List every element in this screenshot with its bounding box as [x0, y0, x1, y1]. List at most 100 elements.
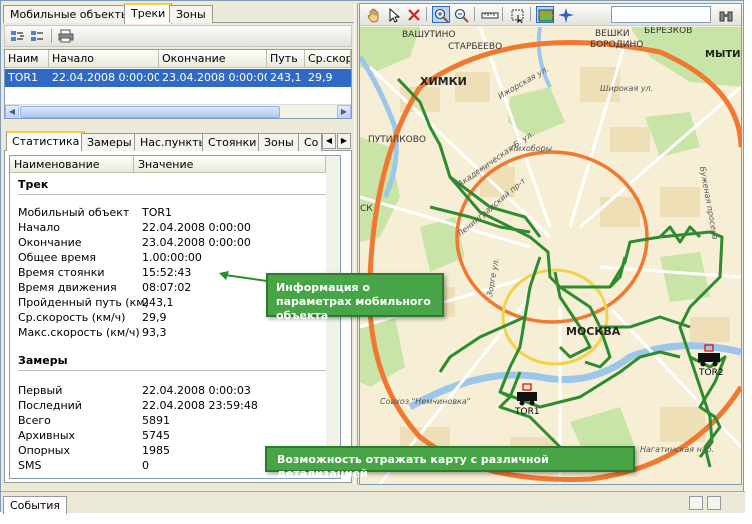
binoculars-icon[interactable]	[716, 6, 734, 23]
tab-scroll-left-icon[interactable]: ◀	[322, 133, 336, 149]
stat-value: 22.04.2008 23:59:48	[142, 399, 258, 412]
cell-distance: 243,1	[270, 71, 302, 84]
stat-label: SMS	[18, 459, 42, 472]
map-detail-callout: Возможность отражать карту с различной д…	[265, 446, 635, 480]
pane-splitter[interactable]	[354, 3, 358, 485]
map-label: БЕРЕЗКОВ	[644, 27, 692, 36]
map-label: ВАШУТИНО	[402, 30, 456, 40]
grid-hscrollbar[interactable]: ◀ ▶	[5, 104, 351, 118]
cell-name: TOR1	[8, 71, 39, 84]
hand-icon[interactable]	[364, 6, 382, 23]
stat-label: Пройденный путь (км)	[18, 296, 149, 309]
print-icon[interactable]	[57, 28, 75, 44]
ruler-icon[interactable]	[480, 6, 499, 23]
stats-header: Наименование Значение	[10, 156, 340, 173]
pointer-icon[interactable]	[384, 6, 402, 23]
map-label: МЫТИЩИ	[705, 49, 741, 60]
track-toolbar	[4, 25, 352, 47]
stat-label: Архивных	[18, 429, 76, 442]
street-label: Совхоз "Немчиновка"	[380, 397, 470, 406]
clear-icon[interactable]	[404, 6, 422, 23]
col-parameter[interactable]: Наименование	[10, 156, 134, 173]
tab-scroll-right-icon[interactable]: ▶	[337, 133, 351, 149]
restore-icon[interactable]	[707, 496, 721, 510]
stat-value: 08:07:02	[142, 281, 192, 294]
left-panel: Мобильные объекты Треки Зоны Наим Начало…	[3, 3, 354, 483]
zoom-out-icon[interactable]	[452, 6, 470, 23]
info-callout: Информация о параметрах мобильного объек…	[266, 273, 444, 322]
stat-value: 29,9	[142, 311, 167, 324]
stat-value: 93,3	[142, 326, 167, 339]
tab-measures[interactable]: Замеры	[81, 133, 138, 151]
tab-events-partial[interactable]: Со	[298, 133, 322, 151]
col-end[interactable]: Окончание	[159, 50, 267, 68]
map-label: ВЕШКИ	[595, 29, 630, 39]
stat-value: 22.04.2008 0:00:00	[142, 221, 251, 234]
tab-zones-detail[interactable]: Зоны	[258, 133, 300, 151]
map-label: БОРОДИНО	[590, 40, 643, 50]
col-start[interactable]: Начало	[49, 50, 159, 68]
tor1-label: TOR1	[514, 407, 540, 417]
stat-value: 1985	[142, 444, 170, 457]
stat-label: Последний	[18, 399, 82, 412]
map-search-input[interactable]	[611, 6, 711, 23]
stat-value: 5891	[142, 414, 170, 427]
tab-zones[interactable]: Зоны	[169, 5, 213, 23]
col-name[interactable]: Наим	[5, 50, 49, 68]
cell-avg-speed: 29,9	[308, 71, 333, 84]
scroll-thumb[interactable]	[20, 106, 280, 118]
zoom-in-icon[interactable]	[432, 6, 450, 23]
cell-start: 22.04.2008 0:00:00	[52, 71, 159, 84]
minimize-icon[interactable]	[689, 496, 703, 510]
stat-label: Время стоянки	[18, 266, 105, 279]
stat-label: Опорных	[18, 444, 70, 457]
map-toolbar	[360, 4, 741, 26]
map-panel: ВАШУТИНО СТАРБЕЕВО БЕРЕЗКОВ ВЕШКИ БОРОДИ…	[359, 3, 742, 485]
table-row[interactable]: TOR1 22.04.2008 0:00:00 23.04.2008 0:00:…	[5, 69, 351, 87]
stat-label: Время движения	[18, 281, 117, 294]
stat-value: 1.00:00:00	[142, 251, 202, 264]
layers-icon[interactable]	[536, 6, 554, 23]
scroll-left-icon[interactable]: ◀	[5, 105, 19, 118]
callout-arrow-icon	[219, 271, 268, 282]
top-tabs: Мобильные объекты Треки Зоны	[3, 3, 354, 24]
stat-label: Окончание	[18, 236, 82, 249]
street-label: Нагатинская наб.	[640, 445, 714, 454]
map-label: ПУТИЛКОВО	[368, 135, 426, 145]
col-distance[interactable]: Путь	[267, 50, 305, 68]
map-label: СТАРБЕЕВО	[448, 42, 502, 52]
map-canvas[interactable]: ВАШУТИНО СТАРБЕЕВО БЕРЕЗКОВ ВЕШКИ БОРОДИ…	[360, 27, 741, 484]
tab-mobile-objects[interactable]: Мобильные объекты	[3, 5, 137, 23]
tab-statistics[interactable]: Статистика	[6, 131, 86, 152]
col-avg-speed[interactable]: Ср.скор	[305, 50, 351, 68]
stat-value: 5745	[142, 429, 170, 442]
stat-label: Первый	[18, 384, 63, 397]
add-track-icon[interactable]	[9, 28, 27, 44]
remove-track-icon[interactable]	[29, 28, 47, 44]
detail-tabs: Статистика Замеры Нас.пункты Стоянки Зон…	[4, 131, 352, 152]
compass-icon[interactable]	[556, 6, 574, 23]
map-label: МОСКВА	[566, 325, 621, 338]
stat-value: 15:52:43	[142, 266, 192, 279]
app-window: Мобильные объекты Треки Зоны Наим Начало…	[0, 0, 745, 514]
select-area-icon[interactable]	[508, 6, 526, 24]
tab-tracks[interactable]: Треки	[124, 3, 173, 24]
tracks-grid: Наим Начало Окончание Путь Ср.скор TOR1 …	[4, 49, 352, 119]
stat-value: 22.04.2008 0:00:03	[142, 384, 251, 397]
stat-value: TOR1	[142, 206, 173, 219]
cell-end: 23.04.2008 0:00:00	[162, 71, 267, 84]
tab-stops[interactable]: Стоянки	[202, 133, 263, 151]
grid-header: Наим Начало Окончание Путь Ср.скор	[5, 50, 351, 68]
bottom-bar: События	[1, 491, 745, 514]
stat-value: 0	[142, 459, 149, 472]
section-measures-title: Замеры	[18, 354, 68, 367]
section-divider	[18, 194, 328, 195]
tab-events[interactable]: События	[3, 496, 68, 514]
stat-label: Общее время	[18, 251, 96, 264]
stat-label: Ср.скорость (км/ч)	[18, 311, 126, 324]
map-label: СК	[360, 204, 373, 214]
scroll-right-icon[interactable]: ▶	[337, 105, 351, 118]
tor2-label: TOR2	[698, 368, 724, 378]
toolbar-separator	[51, 29, 52, 43]
col-value[interactable]: Значение	[134, 156, 326, 173]
